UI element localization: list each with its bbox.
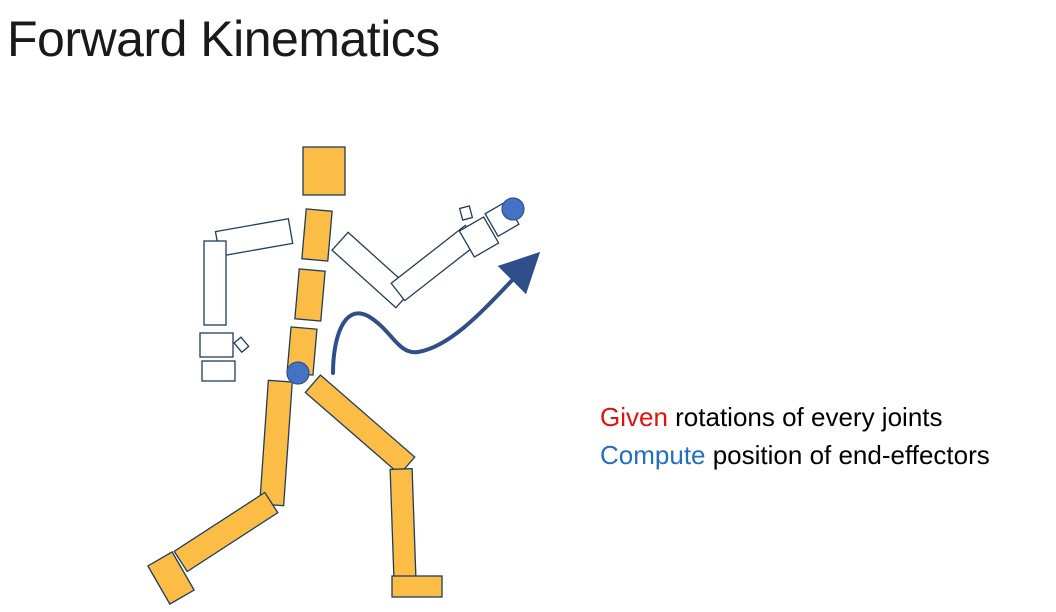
back-finger [233, 336, 250, 354]
compute-text: position of end-effectors [705, 440, 990, 470]
compute-keyword: Compute [600, 440, 706, 470]
front-shin [389, 467, 417, 579]
given-keyword: Given [600, 402, 668, 432]
stick-figure-diagram [146, 146, 541, 605]
spine-middle [294, 268, 326, 322]
spine-upper [301, 208, 333, 262]
front-leg [304, 374, 443, 598]
caption: Given rotations of every joints Compute … [600, 398, 990, 474]
back-forearm [203, 240, 227, 326]
hand-end-effector [501, 197, 525, 221]
hip-joint [286, 361, 310, 385]
caption-line-compute: Compute position of end-effectors [600, 436, 990, 474]
back-upper-arm [214, 218, 294, 257]
back-hand-lower [201, 360, 236, 382]
back-thigh [259, 379, 293, 507]
front-arm [331, 200, 520, 309]
front-foot [391, 575, 443, 598]
back-hand-upper [199, 332, 234, 358]
back-leg [146, 379, 293, 605]
front-thigh [304, 374, 416, 476]
front-upper-arm [331, 231, 413, 309]
front-thumb [458, 205, 474, 221]
caption-line-given: Given rotations of every joints [600, 398, 990, 436]
back-arm [199, 218, 294, 382]
back-shin [173, 491, 279, 573]
given-text: rotations of every joints [667, 402, 943, 432]
head [302, 146, 346, 196]
